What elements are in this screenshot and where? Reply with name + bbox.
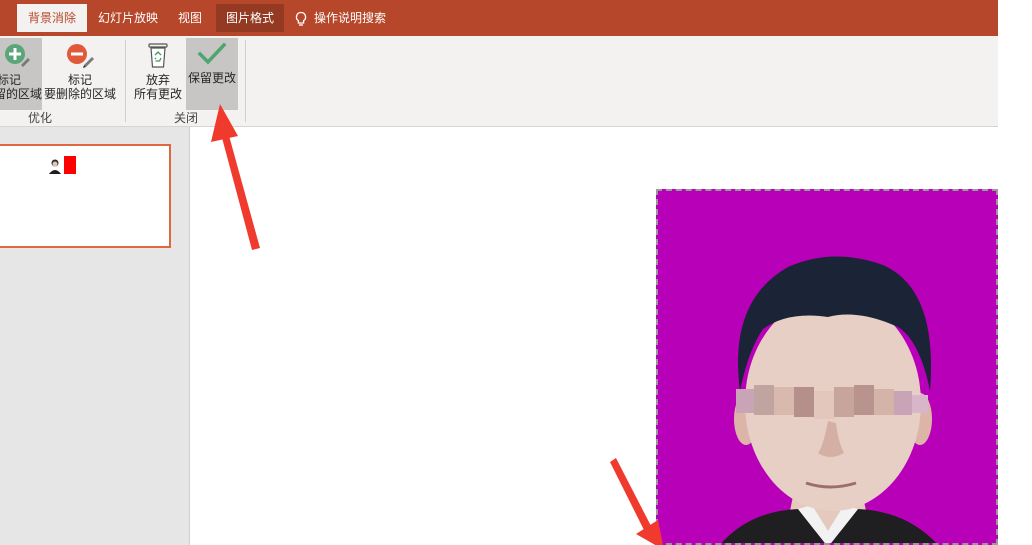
keep-changes-button[interactable]: 保留更改 — [186, 38, 238, 110]
recycle-bin-icon — [148, 43, 168, 68]
mark-keep-button[interactable]: 标记 要保留的区域 — [0, 38, 42, 110]
mark-remove-label-line2: 要删除的区域 — [43, 87, 116, 101]
checkmark-icon — [197, 42, 227, 65]
ribbon-tab-bar: 背景消除 幻灯片放映 视图 图片格式 操作说明搜索 — [0, 0, 998, 36]
tab-view[interactable]: 视图 — [170, 4, 210, 32]
tell-me-search[interactable]: 操作说明搜索 — [294, 4, 386, 32]
discard-label-line1: 放弃 — [145, 73, 170, 87]
powerpoint-window: 背景消除 幻灯片放映 视图 图片格式 操作说明搜索 标记 要保留的区域 — [0, 0, 1032, 545]
lightbulb-icon — [295, 11, 307, 26]
ribbon-panel: 标记 要保留的区域 标记 要删除的区域 优化 放弃 所有更改 — [0, 36, 998, 127]
group-label-optimize: 优化 — [27, 111, 52, 125]
mark-keep-label-line2: 要保留的区域 — [0, 87, 42, 101]
group-separator — [245, 40, 246, 122]
person-portrait-image — [721, 256, 937, 543]
mark-remove-button[interactable]: 标记 要删除的区域 — [42, 38, 118, 110]
person-photo-icon — [49, 159, 61, 174]
discard-label-line2: 所有更改 — [133, 87, 182, 101]
slide-thumbnail-pane — [0, 127, 190, 545]
tab-slideshow[interactable]: 幻灯片放映 — [91, 4, 165, 32]
tab-background-removal[interactable]: 背景消除 — [17, 4, 87, 32]
keep-changes-label: 保留更改 — [187, 71, 236, 85]
thumbnail-red-block — [64, 156, 76, 174]
discard-all-changes-button[interactable]: 放弃 所有更改 — [130, 38, 186, 110]
plus-pencil-icon — [5, 44, 30, 67]
tab-picture-format[interactable]: 图片格式 — [216, 4, 284, 32]
mark-remove-label-line1: 标记 — [67, 73, 92, 87]
mark-keep-label-line1: 标记 — [0, 73, 21, 87]
portrait-photo[interactable] — [656, 189, 998, 545]
tell-me-label: 操作说明搜索 — [314, 11, 387, 25]
group-label-close: 关闭 — [173, 111, 198, 125]
minus-pencil-icon — [67, 44, 94, 68]
slide-thumbnail[interactable] — [0, 144, 171, 248]
